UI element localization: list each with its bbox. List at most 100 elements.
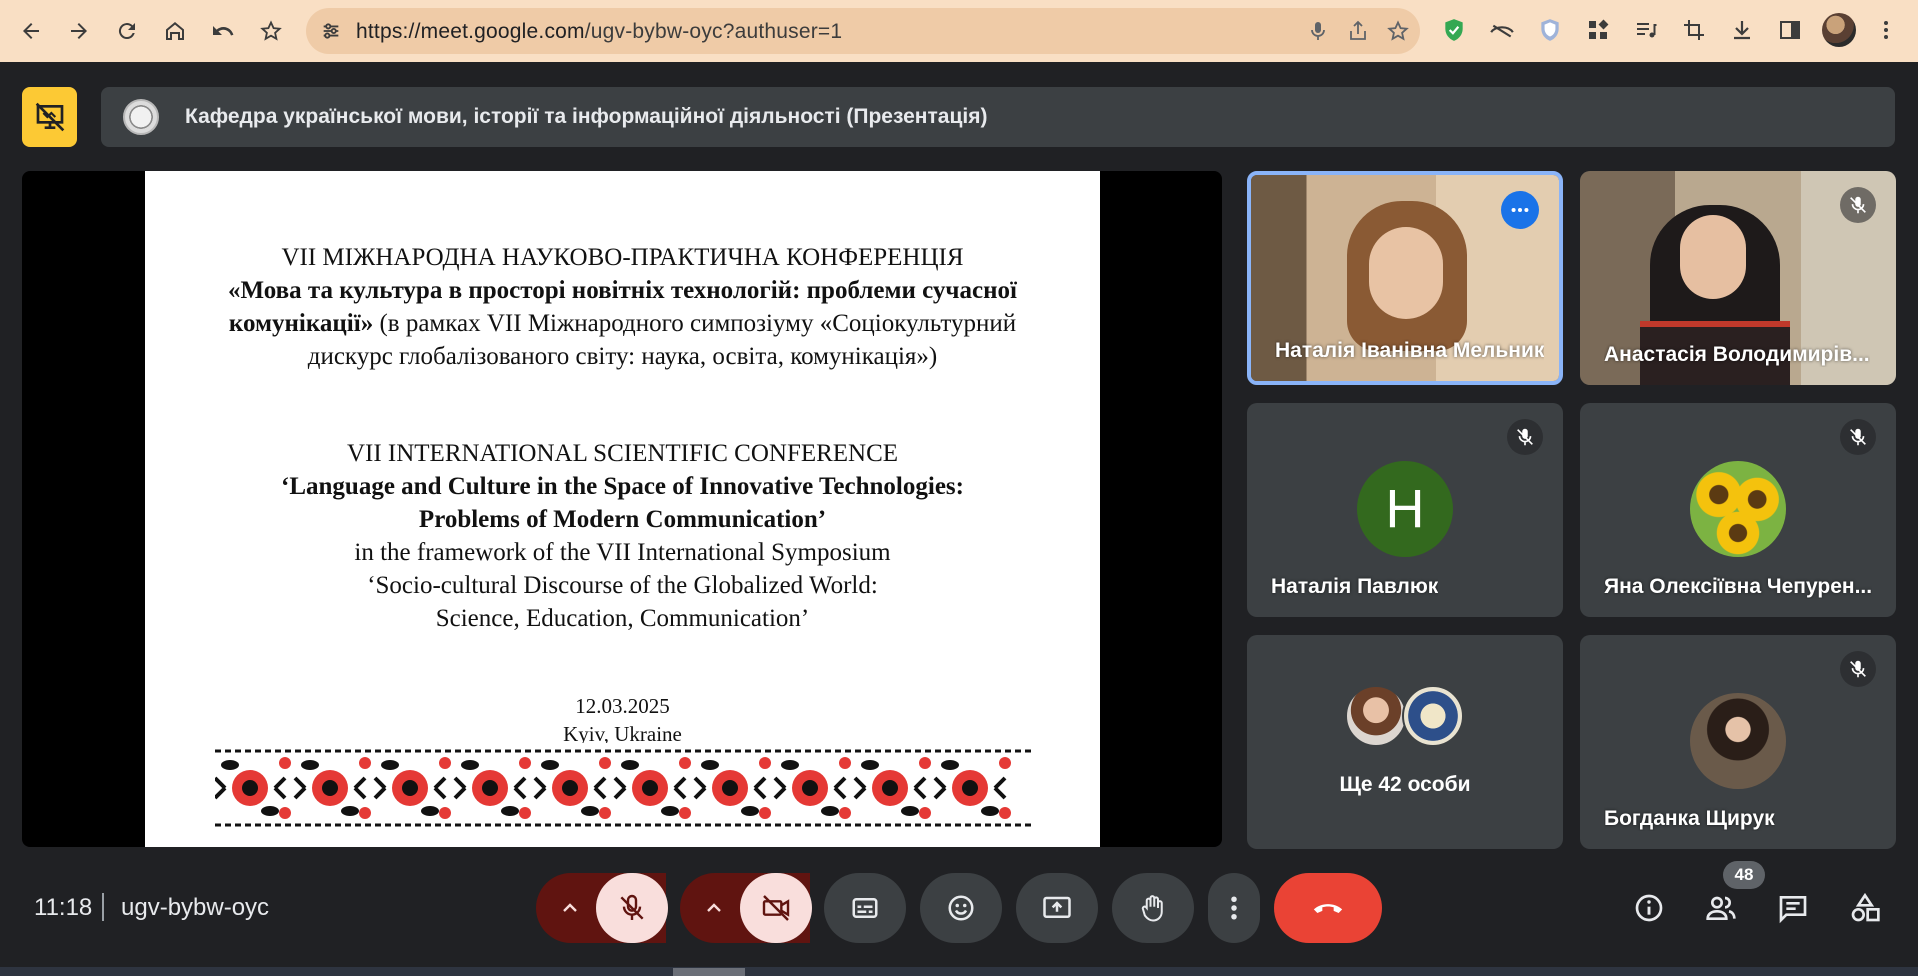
home-icon[interactable] [158, 14, 192, 48]
presentation-title: Кафедра української мови, історії та інф… [185, 105, 988, 128]
reactions-button[interactable] [920, 873, 1002, 943]
slide-ua-heading: VII МІЖНАРОДНА НАУКОВО-ПРАКТИЧНА КОНФЕРЕ… [281, 244, 964, 271]
extension-eye-icon[interactable] [1488, 16, 1516, 44]
shared-screen: VII МІЖНАРОДНА НАУКОВО-ПРАКТИЧНА КОНФЕРЕ… [22, 171, 1222, 847]
participant-name: Богданка Щирук [1604, 807, 1775, 830]
meeting-time: 11:18 [34, 894, 93, 921]
reload-icon[interactable] [110, 14, 144, 48]
activities-button[interactable] [1842, 885, 1888, 931]
present-screen-icon [1043, 896, 1071, 918]
others-count-label: Ще 42 особи [1339, 773, 1471, 796]
people-button[interactable] [1698, 885, 1744, 931]
activities-shapes-icon [1851, 892, 1880, 922]
participant-tile[interactable]: Яна Олексіївна Чепурен... [1580, 403, 1896, 617]
captions-icon [852, 898, 878, 918]
back-icon[interactable] [14, 14, 48, 48]
slide-en-title-end: Problems of Modern Communication’ [418, 506, 827, 533]
stop-presenting-button[interactable] [22, 87, 77, 147]
download-icon[interactable] [1728, 16, 1756, 44]
emoji-icon [948, 895, 974, 921]
participant-tile[interactable]: Наталія Іванівна Мельник [1247, 171, 1563, 385]
url-host: https://meet.google.com [356, 20, 585, 43]
participant-avatar: H [1357, 461, 1453, 557]
bookmark-page-star-icon[interactable] [1386, 19, 1410, 43]
bookmark-star-icon[interactable] [254, 14, 288, 48]
end-call-icon [1313, 904, 1343, 913]
shield-extension-icon[interactable] [1440, 16, 1468, 44]
divider [102, 893, 104, 921]
forward-icon[interactable] [62, 14, 96, 48]
presentation-slide: VII МІЖНАРОДНА НАУКОВО-ПРАКТИЧНА КОНФЕРЕ… [145, 171, 1100, 847]
chat-icon [1779, 896, 1807, 924]
slide-en-title: ‘Language and Culture in the Space of In… [281, 473, 964, 500]
mic-off-icon [1840, 419, 1876, 455]
slide-ua-line3: комунікації» (в рамках VII Міжнародного … [145, 309, 1100, 339]
microphone-icon[interactable] [1306, 19, 1330, 43]
chat-button[interactable] [1770, 885, 1816, 931]
captions-button[interactable] [824, 873, 906, 943]
slide-en-symposium-end: Science, Education, Communication’ [435, 605, 810, 632]
mic-off-icon [1507, 419, 1543, 455]
participant-face [1369, 227, 1443, 319]
presentation-title-bar: Кафедра української мови, історії та інф… [101, 87, 1895, 147]
raise-hand-button[interactable] [1112, 873, 1194, 943]
people-icon [1706, 896, 1736, 920]
participant-count-badge: 48 [1723, 861, 1765, 889]
crop-icon[interactable] [1680, 16, 1708, 44]
participant-avatar [1402, 685, 1464, 747]
others-tile[interactable]: Ще 42 особи [1247, 635, 1563, 849]
scrollbar-thumb[interactable] [673, 968, 745, 976]
mic-off-icon [620, 894, 644, 920]
participant-tile[interactable]: H Наталія Павлюк [1247, 403, 1563, 617]
site-info-icon[interactable] [320, 20, 342, 42]
extension-shield-icon[interactable] [1536, 16, 1564, 44]
slide-ua-line4: дискурс глобалізованого світу: наука, ос… [307, 343, 938, 370]
video-settings-chevron-icon[interactable] [686, 873, 742, 943]
side-panel-icon[interactable] [1776, 16, 1804, 44]
info-icon [1635, 894, 1663, 922]
slide-date: 12.03.2025 [575, 694, 670, 718]
embroidery-ornament [215, 743, 1035, 833]
url-text: https://meet.google.com/ugv-bybw-oyc?aut… [356, 20, 842, 44]
slide-ua-title-end: комунікації» [228, 310, 374, 337]
present-screen-button[interactable] [1016, 873, 1098, 943]
participant-name: Наталія Павлюк [1271, 575, 1439, 598]
profile-avatar[interactable] [1822, 13, 1856, 47]
meeting-code: ugv-bybw-oyc [121, 894, 270, 921]
camera-toggle-button[interactable] [740, 873, 812, 943]
more-vert-icon [1231, 896, 1237, 920]
leave-call-button[interactable] [1274, 873, 1382, 943]
url-path: /ugv-bybw-oyc?authuser=1 [584, 20, 843, 43]
microphone-toggle-button[interactable] [596, 873, 668, 943]
participant-avatar [1345, 685, 1407, 747]
media-queue-icon[interactable] [1632, 16, 1660, 44]
extensions-grid-icon[interactable] [1584, 16, 1612, 44]
presentation-off-icon [35, 102, 64, 132]
slide-en-framework: in the framework of the VII Internationa… [354, 539, 891, 566]
department-logo [123, 99, 159, 135]
participant-name: Яна Олексіївна Чепурен... [1604, 575, 1873, 598]
participant-name: Анастасія Володимирів... [1604, 343, 1870, 366]
participant-name: Наталія Іванівна Мельник [1275, 339, 1545, 362]
browser-menu-icon[interactable] [1872, 16, 1900, 44]
participant-face [1680, 215, 1746, 299]
audio-settings-chevron-icon[interactable] [542, 873, 598, 943]
participant-tile[interactable]: Богданка Щирук [1580, 635, 1896, 849]
address-bar[interactable]: https://meet.google.com/ugv-bybw-oyc?aut… [306, 8, 1420, 54]
taskbar-strip [0, 967, 1918, 976]
slide-ua-title: «Мова та культура в просторі новітніх те… [228, 277, 1017, 304]
hand-icon [1141, 895, 1163, 922]
meeting-details-button[interactable] [1626, 885, 1672, 931]
mic-off-icon [1840, 187, 1876, 223]
participant-avatar [1690, 693, 1786, 789]
camera-off-icon [762, 895, 790, 921]
more-options-button[interactable] [1208, 873, 1260, 943]
browser-toolbar: https://meet.google.com/ugv-bybw-oyc?aut… [0, 0, 1918, 62]
share-icon[interactable] [1346, 19, 1370, 43]
slide-ua-symposium: (в рамках VII Міжнародного симпозіуму «С… [373, 310, 1017, 337]
more-options-icon[interactable] [1501, 191, 1539, 229]
slide-en-symposium: ‘Socio-cultural Discourse of the Globali… [367, 572, 878, 599]
undo-icon[interactable] [206, 14, 240, 48]
participant-tile[interactable]: Анастасія Володимирів... [1580, 171, 1896, 385]
participant-avatar [1690, 461, 1786, 557]
